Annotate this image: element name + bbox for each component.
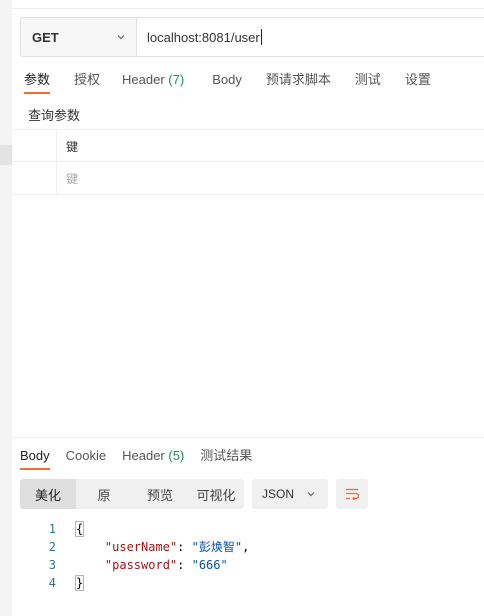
json-key: "userName" <box>104 540 178 554</box>
table-header-row: 键 <box>12 129 484 162</box>
view-mode-toggle: 美化 原 预览 可视化 <box>20 479 244 509</box>
line-number: 3 <box>48 558 56 572</box>
query-params-title: 查询参数 <box>28 108 81 123</box>
line-number: 1 <box>48 522 56 536</box>
table-row[interactable]: 键 <box>12 162 484 195</box>
chevron-down-icon <box>117 35 125 40</box>
view-visualize-button[interactable]: 可视化 <box>188 479 244 509</box>
tab-response-cookie[interactable]: Cookie <box>66 446 106 470</box>
tab-response-headers[interactable]: Header (5) <box>122 446 184 470</box>
format-label: JSON <box>262 487 295 501</box>
open-brace: { <box>74 521 85 537</box>
url-input[interactable]: localhost:8081/user <box>137 18 262 56</box>
tab-response-body[interactable]: Body <box>20 446 50 470</box>
line-number: 2 <box>48 540 56 554</box>
tab-auth[interactable]: 授权 <box>74 70 100 94</box>
left-panel-edge <box>0 0 12 616</box>
view-raw-button[interactable]: 原 <box>76 479 132 509</box>
response-tabs: Body Cookie Header (5) 测试结果 <box>20 446 252 470</box>
tab-settings[interactable]: 设置 <box>405 70 431 94</box>
view-preview-button[interactable]: 预览 <box>132 479 188 509</box>
left-panel-marker <box>0 145 12 165</box>
wrap-lines-icon <box>346 488 359 500</box>
view-pretty-button[interactable]: 美化 <box>20 479 76 509</box>
params-table: 键 键 <box>12 129 484 195</box>
text-caret <box>260 29 262 45</box>
chevron-down-icon <box>307 492 315 497</box>
line-number: 4 <box>48 576 56 590</box>
format-select[interactable]: JSON <box>252 479 328 509</box>
json-value: "彭焕智" <box>191 540 243 554</box>
request-tabs: 参数 授权 Header (7) Body 预请求脚本 测试 设置 <box>12 70 431 94</box>
tab-test-results[interactable]: 测试结果 <box>200 446 252 470</box>
json-key: "password" <box>104 558 178 572</box>
response-divider[interactable] <box>12 437 484 438</box>
method-select[interactable]: GET <box>21 18 137 56</box>
close-brace: } <box>74 575 85 591</box>
request-bar: GET localhost:8081/user <box>20 17 484 57</box>
url-value: localhost:8081/user <box>147 29 260 45</box>
tab-pre-request-script[interactable]: 预请求脚本 <box>266 70 331 94</box>
key-input[interactable]: 键 <box>66 170 78 187</box>
tab-params[interactable]: 参数 <box>24 70 51 94</box>
json-value: "666" <box>191 558 228 572</box>
method-label: GET <box>32 29 59 45</box>
tab-body[interactable]: Body <box>212 70 242 94</box>
tab-tests[interactable]: 测试 <box>355 70 381 94</box>
wrap-lines-button[interactable] <box>336 479 368 509</box>
column-header-key: 键 <box>66 140 79 154</box>
tab-headers[interactable]: Header (7) <box>122 70 184 94</box>
top-divider <box>12 8 484 9</box>
